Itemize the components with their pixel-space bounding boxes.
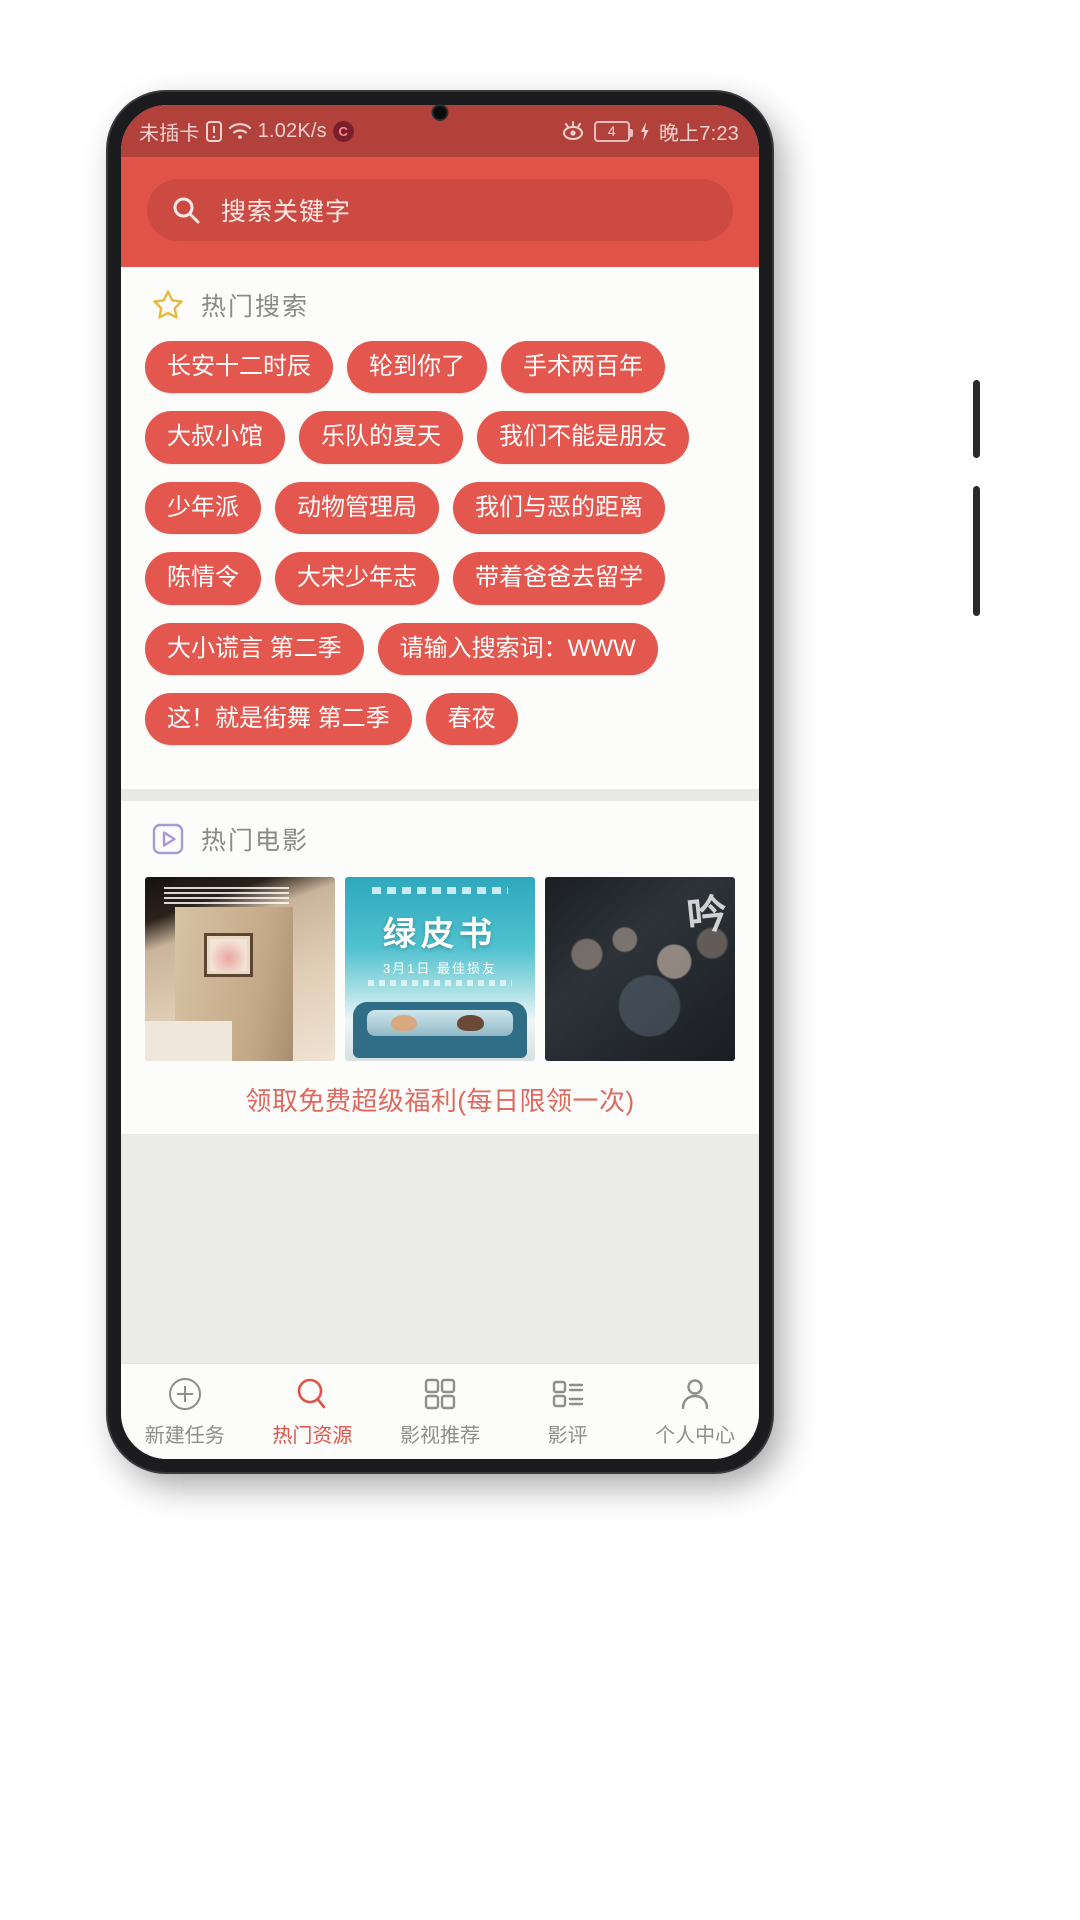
network-speed-label: 1.02K/s [257,119,327,142]
movie-poster-3[interactable]: 吟 [545,877,735,1062]
status-bar-right: 4 晚上7:23 [561,117,739,146]
hot-search-tag-list: 长安十二时辰 轮到你了 手术两百年大叔小馆 乐队的夏天 我们不能是朋友少年派 动物管理局我… [121,335,759,789]
poster-credits-text [371,886,509,894]
search-icon [294,1376,330,1412]
promo-banner[interactable]: 领取免费超级福利(每日限领一次) [121,1061,759,1135]
list-icon [551,1376,585,1412]
hot-search-tag[interactable]: 大叔小馆 [145,411,285,464]
poster-release-tagline: 3月1日 最佳损友 [382,961,498,977]
poster-car-illustration [352,1002,528,1058]
movie-poster-1[interactable] [145,877,335,1062]
hot-search-tag[interactable]: 长安十二时辰 [145,341,333,394]
poster-character-1 [391,1014,418,1032]
section-divider [121,789,759,802]
nav-item-hot-resources[interactable]: 热门资源 [249,1364,377,1459]
nav-label-profile: 个人中心 [655,1424,736,1447]
hot-search-tag[interactable]: 动物管理局 [275,481,439,535]
movie-poster-2[interactable]: 绿皮书 3月1日 最佳损友 [345,877,535,1062]
hot-movies-section: 热门电影 绿皮书 3月1日 最佳损友 吟 领取免费超级福利(每日限领一次) [121,801,759,1135]
hot-search-tag[interactable]: 乐队的夏天 [299,411,463,464]
front-camera-icon [433,106,447,119]
battery-indicator: 4 [593,120,633,142]
clock-label: 晚上7:23 [658,122,739,145]
search-icon [171,195,201,225]
hot-search-header: 热门搜索 [121,267,759,335]
play-box-icon [151,822,185,856]
bottom-navigation-bar: 新建任务 热门资源 影视推荐 影评 个人中心 [121,1363,759,1459]
eye-care-icon [561,121,585,141]
poster-calligraphy-title: 吟 [684,890,726,942]
nav-label-recommend: 影视推荐 [399,1424,480,1447]
status-bar-left: 未插卡 1.02K/s C [139,117,561,146]
wifi-icon [228,121,252,141]
person-icon [678,1376,712,1412]
poster-bed [145,1020,233,1062]
hot-search-tag[interactable]: 手术两百年 [501,341,665,394]
hot-search-tag[interactable]: 请输入搜索词：WWW [377,622,658,675]
poster-small-credits [367,980,513,986]
hot-search-tag[interactable]: 陈情令 [145,552,261,605]
nav-item-profile[interactable]: 个人中心 [631,1364,759,1459]
hot-search-tag[interactable]: 我们不能是朋友 [477,411,689,464]
movie-poster-row: 绿皮书 3月1日 最佳损友 吟 [121,869,759,1062]
hot-movies-header: 热门电影 [121,801,759,869]
nav-item-recommend[interactable]: 影视推荐 [376,1364,504,1459]
plus-circle-icon [167,1376,203,1412]
nav-item-reviews[interactable]: 影评 [504,1364,632,1459]
hot-movies-title: 热门电影 [201,827,310,856]
scroll-content[interactable]: 热门搜索 长安十二时辰 轮到你了 手术两百年大叔小馆 乐队的夏天 我们不能是朋友少年派动… [121,267,759,1363]
poster-title-green-book: 绿皮书 [383,913,497,953]
poster-character-2 [457,1014,484,1032]
hot-search-title: 热门搜索 [201,293,310,321]
nav-label-new-task: 新建任务 [144,1424,225,1447]
volume-button[interactable] [973,380,980,458]
hot-search-tag[interactable]: 少年派 [145,481,261,535]
grid-icon [423,1376,457,1412]
screenshot-canvas: 未插卡 1.02K/s C 4 晚上7:23 搜索关键字 热门搜索 长安十二时辰… [0,0,1080,1920]
sim-card-icon [205,120,222,142]
charging-bolt-icon [639,121,650,142]
poster-framed-picture [203,932,254,977]
carrier-label: 未插卡 [139,122,200,145]
hot-search-tag[interactable]: 轮到你了 [347,341,487,394]
nav-label-hot-resources: 热门资源 [272,1424,353,1447]
phone-screen: 未插卡 1.02K/s C 4 晚上7:23 搜索关键字 热门搜索 长安十二时辰… [121,105,759,1459]
hot-search-section: 热门搜索 长安十二时辰 轮到你了 手术两百年大叔小馆 乐队的夏天 我们不能是朋友少年派动… [121,267,759,790]
search-header: 搜索关键字 [121,157,759,267]
nav-item-new-task[interactable]: 新建任务 [121,1364,249,1459]
search-placeholder-text: 搜索关键字 [221,198,352,226]
hot-search-tag[interactable]: 我们与恶的距离 [453,481,665,535]
search-input[interactable]: 搜索关键字 [147,179,733,241]
phone-device-frame: 未插卡 1.02K/s C 4 晚上7:23 搜索关键字 热门搜索 长安十二时辰… [108,92,772,1472]
hot-search-tag[interactable]: 这！就是街舞 第二季 [145,692,412,746]
hot-search-tag[interactable]: 带着爸爸去留学 [453,552,665,605]
star-icon [151,288,185,322]
power-button[interactable] [973,486,980,616]
nav-label-reviews: 影评 [547,1424,588,1447]
hot-search-tag[interactable]: 大小谎言 第二季 [145,622,364,675]
app-badge-icon: C [332,120,354,142]
hot-search-tag[interactable]: 大宋少年志 [275,552,439,605]
hot-search-tag[interactable]: 春夜 [425,692,518,746]
poster-tagline-text [164,886,290,907]
